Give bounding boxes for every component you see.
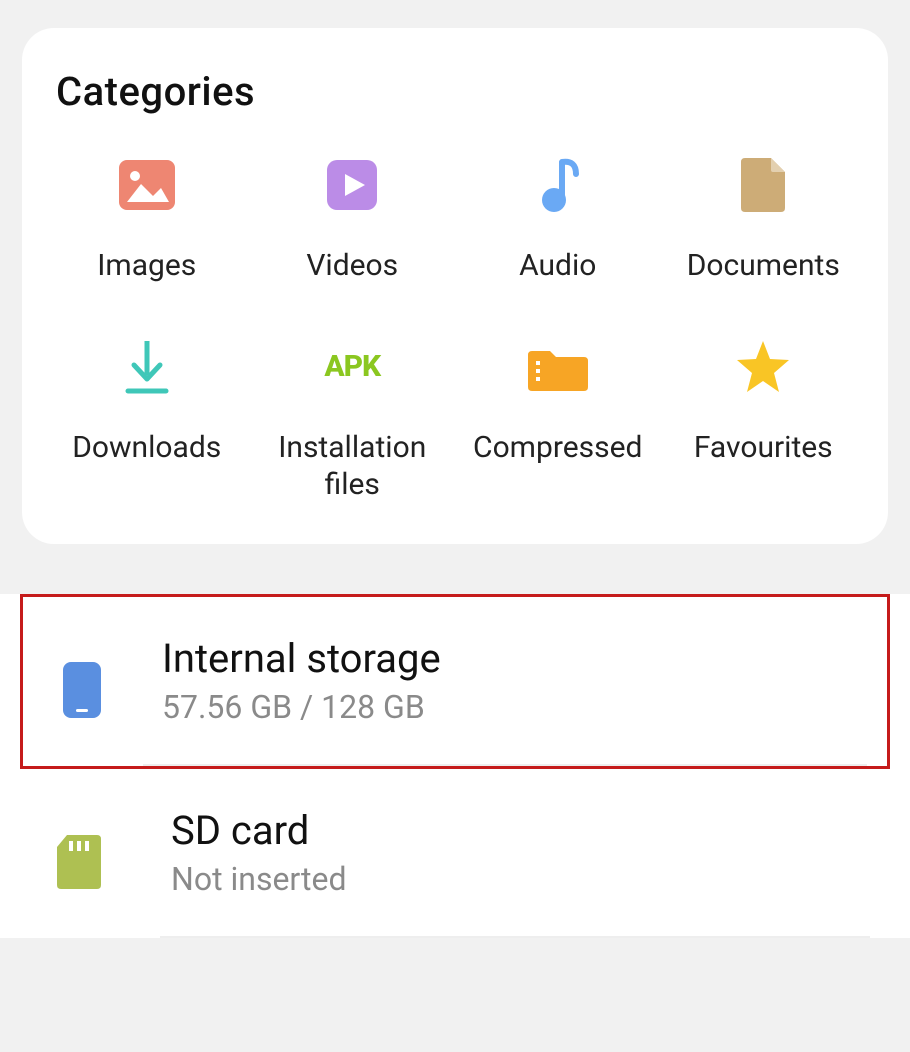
category-images[interactable]: Images [44,155,250,285]
category-label: Audio [519,247,596,285]
category-audio[interactable]: Audio [455,155,661,285]
category-label: Documents [687,247,840,285]
divider [160,936,870,938]
favourites-icon [733,337,793,397]
categories-grid: Images Videos Audio [44,155,866,504]
storage-internal-subtitle: 57.56 GB / 128 GB [162,688,877,726]
categories-title: Categories [56,68,866,115]
category-label: Installation files [257,429,447,504]
documents-icon [733,155,793,215]
category-downloads[interactable]: Downloads [44,337,250,504]
category-label: Compressed [473,429,642,467]
category-label: Downloads [72,429,221,467]
category-favourites[interactable]: Favourites [661,337,867,504]
category-installation-files[interactable]: APK Installation files [250,337,456,504]
audio-icon [528,155,588,215]
videos-icon [322,155,382,215]
categories-card: Categories Images Videos [22,28,888,544]
category-label: Images [97,247,196,285]
storage-sdcard-subtitle: Not inserted [171,860,900,898]
phone-storage-icon [58,658,106,722]
category-label: Videos [306,247,398,285]
category-label: Favourites [694,429,833,467]
downloads-icon [117,337,177,397]
storage-sdcard-text: SD card Not inserted [171,807,900,918]
category-videos[interactable]: Videos [250,155,456,285]
storage-list: Internal storage 57.56 GB / 128 GB SD ca… [0,594,910,938]
images-icon [117,155,177,215]
category-compressed[interactable]: Compressed [455,337,661,504]
storage-internal-text: Internal storage 57.56 GB / 128 GB [162,635,877,746]
sdcard-icon [55,830,103,894]
category-documents[interactable]: Documents [661,155,867,285]
storage-sdcard-title: SD card [171,807,900,854]
storage-internal[interactable]: Internal storage 57.56 GB / 128 GB [20,594,890,769]
compressed-icon [528,337,588,397]
divider [143,764,867,766]
storage-internal-title: Internal storage [162,635,877,682]
apk-icon: APK [322,337,382,397]
storage-sdcard[interactable]: SD card Not inserted [0,769,910,938]
